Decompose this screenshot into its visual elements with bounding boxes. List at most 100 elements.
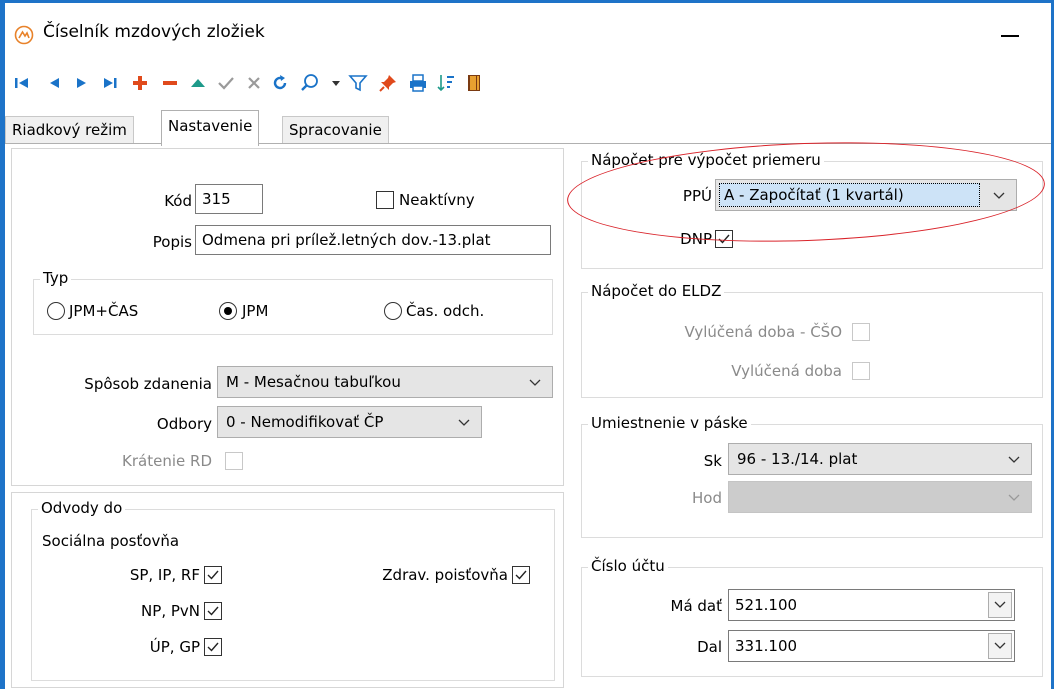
confirm-icon[interactable]: [213, 69, 239, 97]
typ-radio-cas-odch[interactable]: [384, 302, 402, 320]
vylucena-doba-cso-checkbox[interactable]: [852, 323, 870, 341]
odvody-group: Odvody do Sociálna posťovňa SP, IP, RF N…: [31, 499, 555, 681]
ma-dat-select[interactable]: 521.100: [728, 589, 1015, 621]
vylucena-doba-label: Vylúčená doba: [731, 362, 842, 380]
ppu-label: PPÚ: [682, 187, 712, 205]
typ-radio-jpm-cas[interactable]: [47, 302, 65, 320]
neaktivny-checkbox[interactable]: [376, 191, 394, 209]
chevron-down-icon: [994, 642, 1006, 649]
chevron-down-icon: [1008, 494, 1020, 501]
sp-ip-rf-checkbox[interactable]: [204, 566, 222, 584]
zdrav-poistovna-label: Zdrav. poisťovňa: [382, 566, 508, 584]
typ-group: Typ JPM+ČAS JPM Čas. odch.: [33, 269, 553, 335]
dal-label: Dal: [697, 638, 722, 656]
chevron-down-icon: [994, 601, 1006, 608]
minimize-button[interactable]: [989, 13, 1029, 53]
tab-spracovanie[interactable]: Spracovanie: [282, 116, 389, 144]
check-icon: [207, 642, 219, 652]
neaktivny-label: Neaktívny: [399, 191, 475, 209]
sposob-zdanenia-value: M - Mesačnou tabuľkou: [226, 373, 401, 391]
sposob-zdanenia-label: Spôsob zdanenia: [84, 375, 212, 393]
pin-icon[interactable]: [375, 69, 401, 97]
app-logo-icon: [14, 25, 34, 45]
typ-title: Typ: [40, 269, 72, 287]
chevron-down-icon: [993, 192, 1005, 199]
napocet-eldz-group: Nápočet do ELDZ Vylúčená doba - ČŠO Vylú…: [581, 282, 1043, 398]
cancel-icon[interactable]: [241, 69, 267, 97]
first-icon[interactable]: [9, 69, 35, 97]
tab-riadkovy-rezim[interactable]: Riadkový režim: [5, 116, 134, 144]
kratenie-rd-checkbox[interactable]: [225, 452, 243, 470]
popis-label: Popis: [152, 233, 192, 251]
filter-icon[interactable]: [345, 69, 371, 97]
kod-label: Kód: [164, 192, 192, 210]
kod-input[interactable]: 315: [195, 184, 263, 214]
prev-icon[interactable]: [41, 69, 67, 97]
delete-icon[interactable]: [157, 69, 183, 97]
odvody-panel: Odvody do Sociálna posťovňa SP, IP, RF N…: [11, 492, 564, 688]
umiestnenie-group: Umiestnenie v páske Sk 96 - 13./14. plat…: [581, 414, 1043, 538]
odbory-select[interactable]: 0 - Nemodifikovať ČP: [217, 406, 482, 438]
hod-select[interactable]: [728, 481, 1032, 513]
ppu-select[interactable]: A - Započítať (1 kvartál): [715, 179, 1017, 211]
title-bar: Číselník mzdových zložiek: [5, 3, 1051, 63]
np-pvn-checkbox[interactable]: [204, 602, 222, 620]
sort-icon[interactable]: [433, 69, 459, 97]
sposob-zdanenia-select[interactable]: M - Mesačnou tabuľkou: [217, 366, 553, 398]
popis-input[interactable]: Odmena pri prílež.letných dov.-13.plat: [195, 225, 551, 255]
chevron-down-icon: [529, 379, 541, 386]
np-pvn-label: NP, PvN: [141, 602, 200, 620]
chevron-down-icon: [1008, 456, 1020, 463]
chevron-down-icon: [458, 419, 470, 426]
exit-icon[interactable]: [461, 69, 487, 97]
napocet-eldz-title: Nápočet do ELDZ: [588, 282, 725, 300]
vylucena-doba-checkbox[interactable]: [852, 362, 870, 380]
odbory-value: 0 - Nemodifikovať ČP: [226, 413, 384, 431]
print-icon[interactable]: [405, 69, 431, 97]
zdrav-poistovna-checkbox[interactable]: [512, 566, 530, 584]
cislo-uctu-group: Číslo účtu Má dať 521.100 Dal 331.100: [581, 557, 1043, 677]
refresh-icon[interactable]: [267, 69, 293, 97]
dal-value: 331.100: [735, 637, 798, 655]
typ-option-jpm: JPM: [242, 302, 269, 320]
tab-content-nastavenie: Kód 315 Neaktívny Popis Odmena pri príle…: [5, 143, 1051, 689]
typ-option-cas-odch: Čas. odch.: [406, 302, 485, 320]
check-icon: [718, 234, 730, 244]
odvody-title: Odvody do: [38, 499, 126, 517]
tab-nastavenie[interactable]: Nastavenie: [161, 110, 260, 146]
umiestnenie-title: Umiestnenie v páske: [588, 414, 751, 432]
dal-dropdown-button[interactable]: [988, 633, 1012, 659]
napocet-priemer-group: Nápočet pre výpočet priemeru PPÚ A - Zap…: [581, 151, 1043, 269]
next-icon[interactable]: [69, 69, 95, 97]
tab-strip: Riadkový režim Nastavenie Spracovanie: [5, 110, 1051, 146]
sk-value: 96 - 13./14. plat: [737, 450, 858, 468]
vylucena-doba-cso-label: Vylúčená doba - ČŠO: [684, 323, 842, 341]
search-icon[interactable]: [297, 69, 323, 97]
odbory-label: Odbory: [156, 415, 212, 433]
dnp-label: DNP: [680, 230, 712, 248]
ppu-value: A - Započítať (1 kvartál): [724, 186, 904, 204]
window-title: Číselník mzdových zložiek: [43, 22, 265, 42]
typ-radio-jpm[interactable]: [219, 302, 237, 320]
last-icon[interactable]: [97, 69, 123, 97]
cislo-uctu-title: Číslo účtu: [588, 557, 668, 575]
left-general-panel: Kód 315 Neaktívny Popis Odmena pri príle…: [11, 148, 564, 486]
add-icon[interactable]: [127, 69, 153, 97]
check-icon: [207, 606, 219, 616]
typ-option-jpm-cas: JPM+ČAS: [69, 302, 139, 320]
up-gp-checkbox[interactable]: [204, 638, 222, 656]
ma-dat-value: 521.100: [735, 596, 798, 614]
up-gp-label: ÚP, GP: [149, 638, 200, 656]
napocet-priemer-title: Nápočet pre výpočet priemeru: [588, 151, 824, 169]
hod-label: Hod: [692, 489, 722, 507]
app-window: Číselník mzdových zložiek Riadkový režim…: [0, 0, 1054, 689]
sk-select[interactable]: 96 - 13./14. plat: [728, 443, 1032, 475]
dnp-checkbox[interactable]: [715, 230, 733, 248]
check-icon: [207, 570, 219, 580]
check-icon: [515, 570, 527, 580]
ma-dat-dropdown-button[interactable]: [988, 592, 1012, 618]
up-icon[interactable]: [185, 69, 211, 97]
toolbar: [5, 65, 1051, 103]
dal-select[interactable]: 331.100: [728, 630, 1015, 662]
sk-label: Sk: [703, 452, 722, 470]
